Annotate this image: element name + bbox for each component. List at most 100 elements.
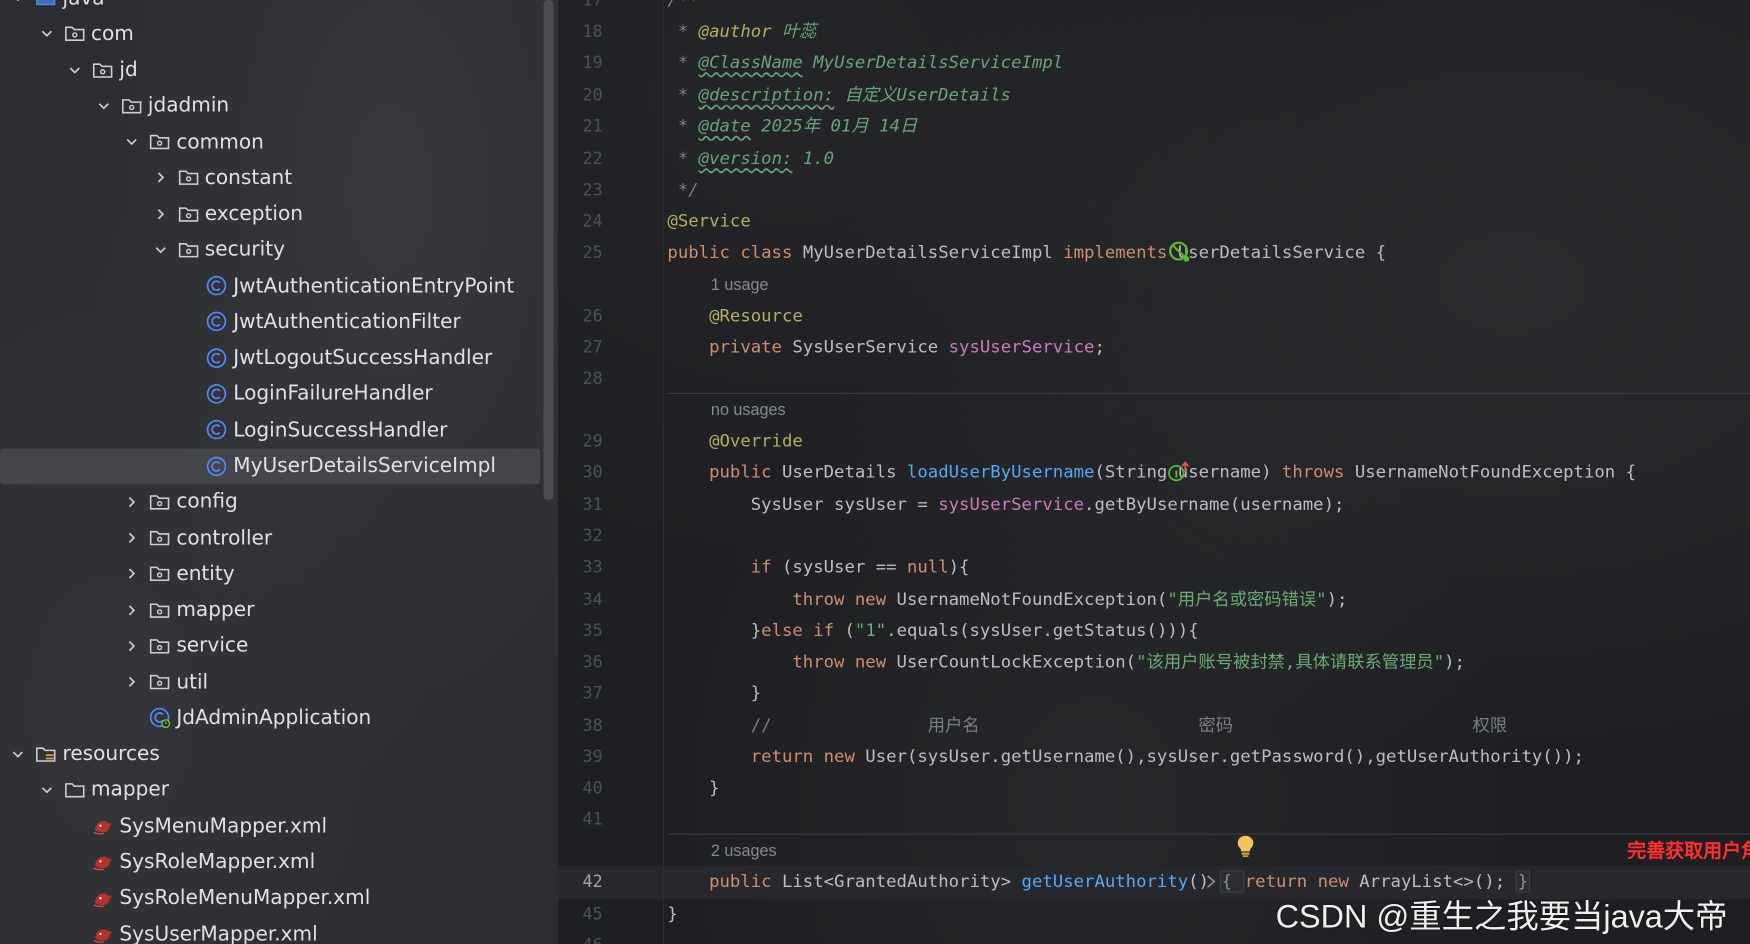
tree-item[interactable]: resources	[0, 736, 540, 772]
tree-item[interactable]: mapper	[0, 592, 540, 628]
line-number[interactable]: 17	[558, 0, 603, 11]
tree-item[interactable]: jd	[0, 52, 540, 88]
chevron-down-icon[interactable]	[95, 98, 111, 114]
code-line[interactable]: * @date 2025年 01月 14日	[667, 114, 917, 139]
line-number[interactable]: 46	[558, 934, 603, 944]
line-number[interactable]: 26	[558, 305, 603, 327]
chevron-right-icon[interactable]	[124, 494, 140, 510]
code-line[interactable]: /**	[667, 0, 698, 12]
line-number[interactable]: 24	[558, 210, 603, 232]
tree-item[interactable]: service	[0, 628, 540, 664]
tree-item[interactable]: JdAdminApplication	[0, 700, 540, 736]
code-line[interactable]: private SysUserService sysUserService;	[667, 335, 1105, 360]
tree-item[interactable]: SysRoleMapper.xml	[0, 844, 540, 880]
tree-item[interactable]: config	[0, 484, 540, 520]
line-number[interactable]: 25	[558, 241, 603, 263]
usages-inlay[interactable]: no usages	[711, 399, 786, 421]
line-number[interactable]: 36	[558, 651, 603, 673]
line-number[interactable]: 28	[558, 367, 603, 389]
code-line[interactable]: @Override	[667, 428, 803, 453]
tree-item[interactable]: exception	[0, 196, 540, 232]
project-tree-scrollbar[interactable]	[543, 0, 554, 500]
tree-item[interactable]: jdadmin	[0, 88, 540, 124]
line-number[interactable]: 22	[558, 147, 603, 169]
code-line[interactable]: }else if ("1".equals(sysUser.getStatus()…	[667, 618, 1199, 643]
tree-item[interactable]: controller	[0, 520, 540, 556]
chevron-down-icon[interactable]	[10, 746, 26, 762]
line-number[interactable]: 37	[558, 682, 603, 704]
chevron-right-icon[interactable]	[124, 602, 140, 618]
chevron-down-icon[interactable]	[39, 782, 55, 798]
lightbulb-icon[interactable]	[1235, 834, 1255, 859]
tree-item[interactable]: LoginFailureHandler	[0, 376, 540, 412]
tree-item[interactable]: LoginSuccessHandler	[0, 412, 540, 448]
chevron-right-icon[interactable]	[124, 638, 140, 654]
usages-inlay[interactable]: 2 usages	[711, 840, 777, 862]
line-number[interactable]: 35	[558, 619, 603, 641]
chevron-down-icon[interactable]	[39, 26, 55, 42]
line-number[interactable]: 34	[558, 588, 603, 610]
tree-item[interactable]: util	[0, 664, 540, 700]
code-line[interactable]: }	[667, 681, 761, 706]
tree-item[interactable]: SysRoleMenuMapper.xml	[0, 880, 540, 916]
chevron-right-icon[interactable]	[124, 674, 140, 690]
code-line[interactable]: public class MyUserDetailsServiceImpl im…	[667, 240, 1386, 265]
chevron-right-icon[interactable]	[124, 530, 140, 546]
tree-item[interactable]: SysMenuMapper.xml	[0, 808, 540, 844]
line-number[interactable]: 21	[558, 115, 603, 137]
line-number[interactable]: 39	[558, 745, 603, 767]
chevron-right-icon[interactable]	[152, 206, 168, 222]
fold-expand-icon[interactable]	[1204, 874, 1217, 890]
code-line[interactable]: // 用户名 密码 权限	[667, 713, 1507, 738]
code-line[interactable]: return new User(sysUser.getUsername(),sy…	[667, 744, 1584, 769]
tree-item[interactable]: MyUserDetailsServiceImpl	[0, 448, 541, 484]
tree-item[interactable]: JwtLogoutSuccessHandler	[0, 340, 540, 376]
code-line[interactable]: * @description: 自定义UserDetails	[667, 83, 1011, 108]
tree-item[interactable]: SysUserMapper.xml	[0, 916, 540, 944]
line-number[interactable]: 31	[558, 493, 603, 515]
implements-method-icon[interactable]: I	[1166, 460, 1191, 485]
line-number[interactable]: 29	[558, 430, 603, 452]
chevron-down-icon[interactable]	[124, 134, 140, 150]
code-line[interactable]: throw new UsernameNotFoundException("用户名…	[667, 587, 1347, 612]
tree-item[interactable]: constant	[0, 160, 540, 196]
line-number[interactable]: 41	[558, 808, 603, 830]
line-number[interactable]: 18	[558, 20, 603, 42]
line-number[interactable]: 27	[558, 336, 603, 358]
code-line[interactable]: throw new UserCountLockException("该用户账号被…	[667, 649, 1465, 674]
tree-item[interactable]: java	[0, 0, 540, 16]
line-number[interactable]: 33	[558, 556, 603, 578]
tree-item[interactable]: com	[0, 16, 540, 52]
chevron-down-icon[interactable]	[10, 0, 26, 6]
code-line[interactable]: @Resource	[667, 304, 803, 329]
code-line[interactable]: }	[667, 776, 719, 801]
usages-inlay[interactable]: 1 usage	[711, 274, 769, 296]
chevron-down-icon[interactable]	[67, 62, 83, 78]
line-number[interactable]: 42	[558, 870, 603, 892]
tree-item[interactable]: security	[0, 232, 540, 268]
code-line[interactable]: if (sysUser == null){	[667, 555, 970, 580]
line-number[interactable]: 20	[558, 84, 603, 106]
line-number[interactable]: 38	[558, 714, 603, 736]
code-line[interactable]: * @author 叶蕊	[667, 19, 817, 44]
code-line[interactable]: @Service	[667, 209, 750, 234]
code-line[interactable]: }	[667, 902, 677, 927]
tree-item[interactable]: JwtAuthenticationEntryPoint	[0, 268, 540, 304]
spring-bean-icon[interactable]	[1167, 240, 1192, 265]
tree-item[interactable]: mapper	[0, 772, 540, 808]
tree-item[interactable]: entity	[0, 556, 540, 592]
code-line[interactable]: public UserDetails loadUserByUsername(St…	[667, 460, 1636, 485]
code-line[interactable]: */	[667, 177, 699, 202]
chevron-right-icon[interactable]	[124, 566, 140, 582]
line-number[interactable]: 45	[558, 903, 603, 925]
code-line[interactable]: * @ClassName MyUserDetailsServiceImpl	[667, 50, 1063, 75]
chevron-right-icon[interactable]	[152, 170, 168, 186]
line-number[interactable]: 30	[558, 461, 603, 483]
tree-item[interactable]: JwtAuthenticationFilter	[0, 304, 540, 340]
chevron-down-icon[interactable]	[152, 242, 168, 258]
code-editor[interactable]: 1 usage no usages 2 usages 17 /** 18 * @au…	[558, 0, 1750, 944]
line-number[interactable]: 19	[558, 51, 603, 73]
line-number[interactable]: 23	[558, 179, 603, 201]
line-number[interactable]: 32	[558, 524, 603, 546]
line-number[interactable]: 40	[558, 777, 603, 799]
